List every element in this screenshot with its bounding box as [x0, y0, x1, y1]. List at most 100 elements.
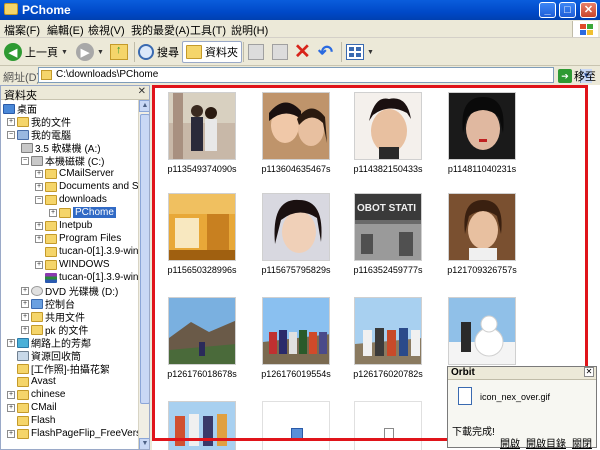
back-button[interactable]: ◀ 上一頁 ▼: [4, 41, 68, 63]
orbit-download-popup: Orbit ✕ icon_nex_over.gif 下載完成! 開啟 開啟目錄 …: [447, 366, 597, 450]
expand-icon[interactable]: +: [7, 403, 15, 412]
expand-icon[interactable]: +: [49, 208, 57, 217]
go-button[interactable]: ➔ 移至: [558, 68, 596, 84]
open-folder-link[interactable]: 開啟目錄: [526, 435, 566, 450]
views-button[interactable]: ▼: [346, 41, 374, 63]
menu-edit[interactable]: 編輯(E): [47, 22, 84, 38]
address-label: 網址(D): [3, 72, 41, 84]
expand-icon[interactable]: +: [35, 260, 43, 269]
tree-node-program-files[interactable]: + Program Files: [35, 232, 121, 245]
folder-panel-scrollbar[interactable]: ▲ ▼: [138, 100, 149, 449]
close-link[interactable]: 關閉: [572, 435, 592, 450]
recycle-bin-icon: [17, 350, 29, 361]
address-bar: 網址(D) C:\downloads\PChome ▼ ➔ 移至: [0, 66, 600, 84]
undo-button[interactable]: ↶: [318, 41, 333, 63]
tree-node-avast[interactable]: Avast: [17, 375, 56, 388]
file-name: p126176018678s: [167, 369, 237, 379]
folder-icon: [59, 207, 71, 218]
folder-icon: [45, 246, 57, 257]
snowman-photo-image: [449, 298, 515, 364]
search-button[interactable]: 搜尋: [138, 41, 179, 63]
desktop-icon: [3, 103, 15, 114]
address-input[interactable]: C:\downloads\PChome ▼: [38, 67, 592, 83]
tree-label: Inetpub: [59, 220, 93, 231]
close-button[interactable]: ✕: [580, 2, 597, 18]
close-icon[interactable]: ✕: [138, 86, 146, 97]
forward-button[interactable]: ▶ ▼: [76, 41, 104, 63]
folder-icon: [17, 402, 29, 413]
scroll-up-icon[interactable]: ▲: [139, 100, 149, 112]
tree-label: Documents and Settin: [59, 181, 150, 192]
expand-icon[interactable]: +: [21, 299, 29, 308]
portrait-photo-image: [263, 194, 329, 260]
menu-help[interactable]: 說明(H): [231, 22, 268, 38]
folder-icon: [17, 389, 29, 400]
tree-node-work-photos[interactable]: [工作照]-拍攝花絮: [17, 362, 110, 376]
tree-node-downloads[interactable]: − downloads: [35, 193, 107, 206]
file-name: p114811040231s: [447, 164, 517, 174]
tree-node-windows[interactable]: + WINDOWS: [35, 258, 110, 271]
expand-icon[interactable]: +: [35, 169, 43, 178]
tree-node-flashpageflip[interactable]: + FlashPageFlip_FreeVersion: [7, 427, 149, 440]
file-name: p113549374090s: [167, 164, 237, 174]
portrait-photo-image: [449, 93, 515, 159]
tree-node-cmail[interactable]: + CMail: [7, 401, 57, 414]
couple-photo-image: [169, 93, 235, 159]
address-path[interactable]: C:\downloads\PChome: [56, 69, 158, 80]
menu-file[interactable]: 檔案(F): [4, 22, 40, 38]
collapse-icon[interactable]: −: [21, 156, 29, 165]
tree-node-documents-settings[interactable]: + Documents and Settin: [35, 180, 150, 193]
scroll-down-icon[interactable]: ▼: [139, 438, 149, 449]
forward-arrow-icon: ▶: [76, 43, 94, 61]
file-name: p121709326757s: [447, 265, 517, 275]
move-to-button[interactable]: [248, 41, 264, 63]
tree-node-cmailserver[interactable]: + CMailServer: [35, 167, 114, 180]
expand-icon[interactable]: +: [35, 234, 43, 243]
close-icon[interactable]: ✕: [584, 367, 594, 377]
download-status: 下載完成!: [452, 427, 495, 438]
drive-icon: [31, 155, 43, 166]
expand-icon[interactable]: +: [7, 338, 15, 347]
folder-icon: [31, 311, 43, 322]
copy-to-button[interactable]: [272, 41, 288, 63]
minimize-button[interactable]: _: [539, 2, 556, 18]
menu-favorites[interactable]: 我的最愛(A): [131, 22, 190, 38]
expand-icon[interactable]: +: [21, 325, 29, 334]
tree-node-chinese[interactable]: + chinese: [7, 388, 65, 401]
menu-view[interactable]: 檢視(V): [88, 22, 125, 38]
expand-icon[interactable]: +: [7, 429, 15, 438]
expand-icon[interactable]: +: [35, 221, 43, 230]
tree-node-pchome[interactable]: + PChome: [49, 206, 116, 219]
photo-thumbnail: [168, 401, 236, 450]
tree-node-tucan-folder[interactable]: tucan-0[1].3.9-win32: [45, 245, 149, 258]
go-arrow-icon: ➔: [558, 69, 572, 83]
up-folder-button[interactable]: ↑: [110, 41, 128, 63]
toolbar-separator: [243, 42, 244, 62]
photo-thumbnail: [262, 193, 330, 261]
expand-icon[interactable]: +: [7, 390, 15, 399]
maximize-button[interactable]: □: [559, 2, 576, 18]
tree-node-flash[interactable]: Flash: [17, 414, 55, 427]
file-name: p126176020782s: [353, 369, 423, 379]
menu-tools[interactable]: 工具(T): [190, 22, 226, 38]
expand-icon[interactable]: +: [7, 117, 15, 126]
file-name: p114382150433s: [353, 164, 423, 174]
menu-bar: 檔案(F) 編輯(E) 檢視(V) 我的最愛(A) 工具(T) 說明(H): [0, 20, 600, 38]
collapse-icon[interactable]: −: [7, 130, 15, 139]
tree-node-local-disk[interactable]: − 本機磁碟 (C:): [21, 154, 104, 168]
expand-icon[interactable]: +: [21, 312, 29, 321]
orbit-title: Orbit: [451, 367, 475, 378]
folders-button[interactable]: 資料夾: [182, 41, 242, 63]
tree-label: downloads: [59, 194, 107, 205]
expand-icon[interactable]: +: [21, 286, 29, 295]
scroll-thumb[interactable]: [140, 114, 149, 404]
tree-label: CMailServer: [59, 168, 115, 179]
group-photo-image: [355, 298, 421, 364]
open-link[interactable]: 開啟: [500, 435, 520, 450]
delete-button[interactable]: ✕: [294, 41, 311, 63]
collapse-icon[interactable]: −: [35, 195, 43, 204]
tree-node-inetpub[interactable]: + Inetpub: [35, 219, 92, 232]
expand-icon[interactable]: +: [35, 182, 43, 191]
move-to-icon: [248, 44, 264, 60]
tree-label: CMail: [31, 402, 57, 413]
